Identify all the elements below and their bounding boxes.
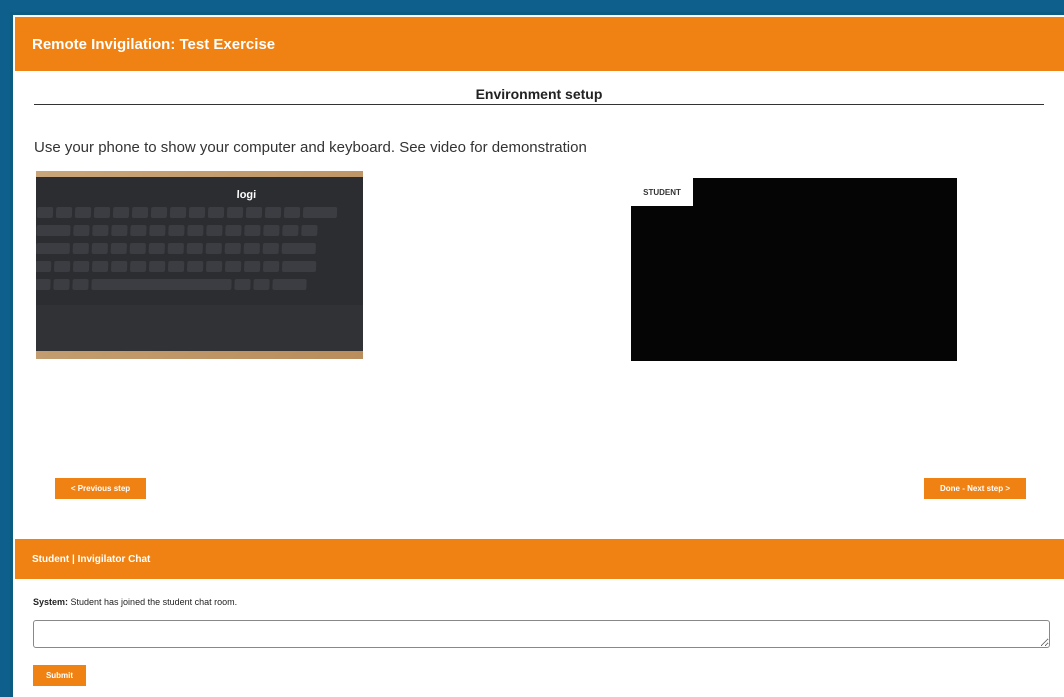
title-bar: Remote Invigilation: Test Exercise bbox=[15, 17, 1064, 71]
section-heading: Environment setup bbox=[475, 86, 603, 102]
key-row bbox=[36, 207, 338, 218]
instruction-text: Use your phone to show your computer and… bbox=[34, 139, 587, 156]
chat-message-text: Student has joined the student chat room… bbox=[68, 597, 238, 607]
key-row bbox=[36, 243, 316, 254]
key-row bbox=[36, 225, 318, 236]
keyboard-body: logi bbox=[36, 177, 363, 307]
section-divider bbox=[34, 104, 1044, 105]
keyboard-logo: logi bbox=[236, 189, 257, 201]
app-window: Remote Invigilation: Test Exercise Envir… bbox=[10, 12, 1064, 697]
key-row bbox=[36, 279, 307, 290]
previous-step-button[interactable]: < Previous step bbox=[55, 478, 146, 499]
chat-title: Student | Invigilator Chat bbox=[32, 553, 151, 565]
student-video-feed: STUDENT bbox=[631, 178, 957, 361]
demo-keyboard-image: logi bbox=[36, 171, 363, 359]
next-step-button[interactable]: Done - Next step > bbox=[924, 478, 1026, 499]
video-label: STUDENT bbox=[631, 178, 693, 206]
submit-button[interactable]: Submit bbox=[33, 665, 86, 686]
page-title: Remote Invigilation: Test Exercise bbox=[32, 35, 276, 53]
chat-message: System: Student has joined the student c… bbox=[33, 597, 237, 607]
chat-header: Student | Invigilator Chat bbox=[15, 539, 1064, 579]
chat-message-sender: System: bbox=[33, 597, 69, 607]
chat-input[interactable] bbox=[33, 620, 1050, 648]
keyboard-wrist-rest bbox=[36, 305, 363, 351]
key-row bbox=[36, 261, 317, 272]
